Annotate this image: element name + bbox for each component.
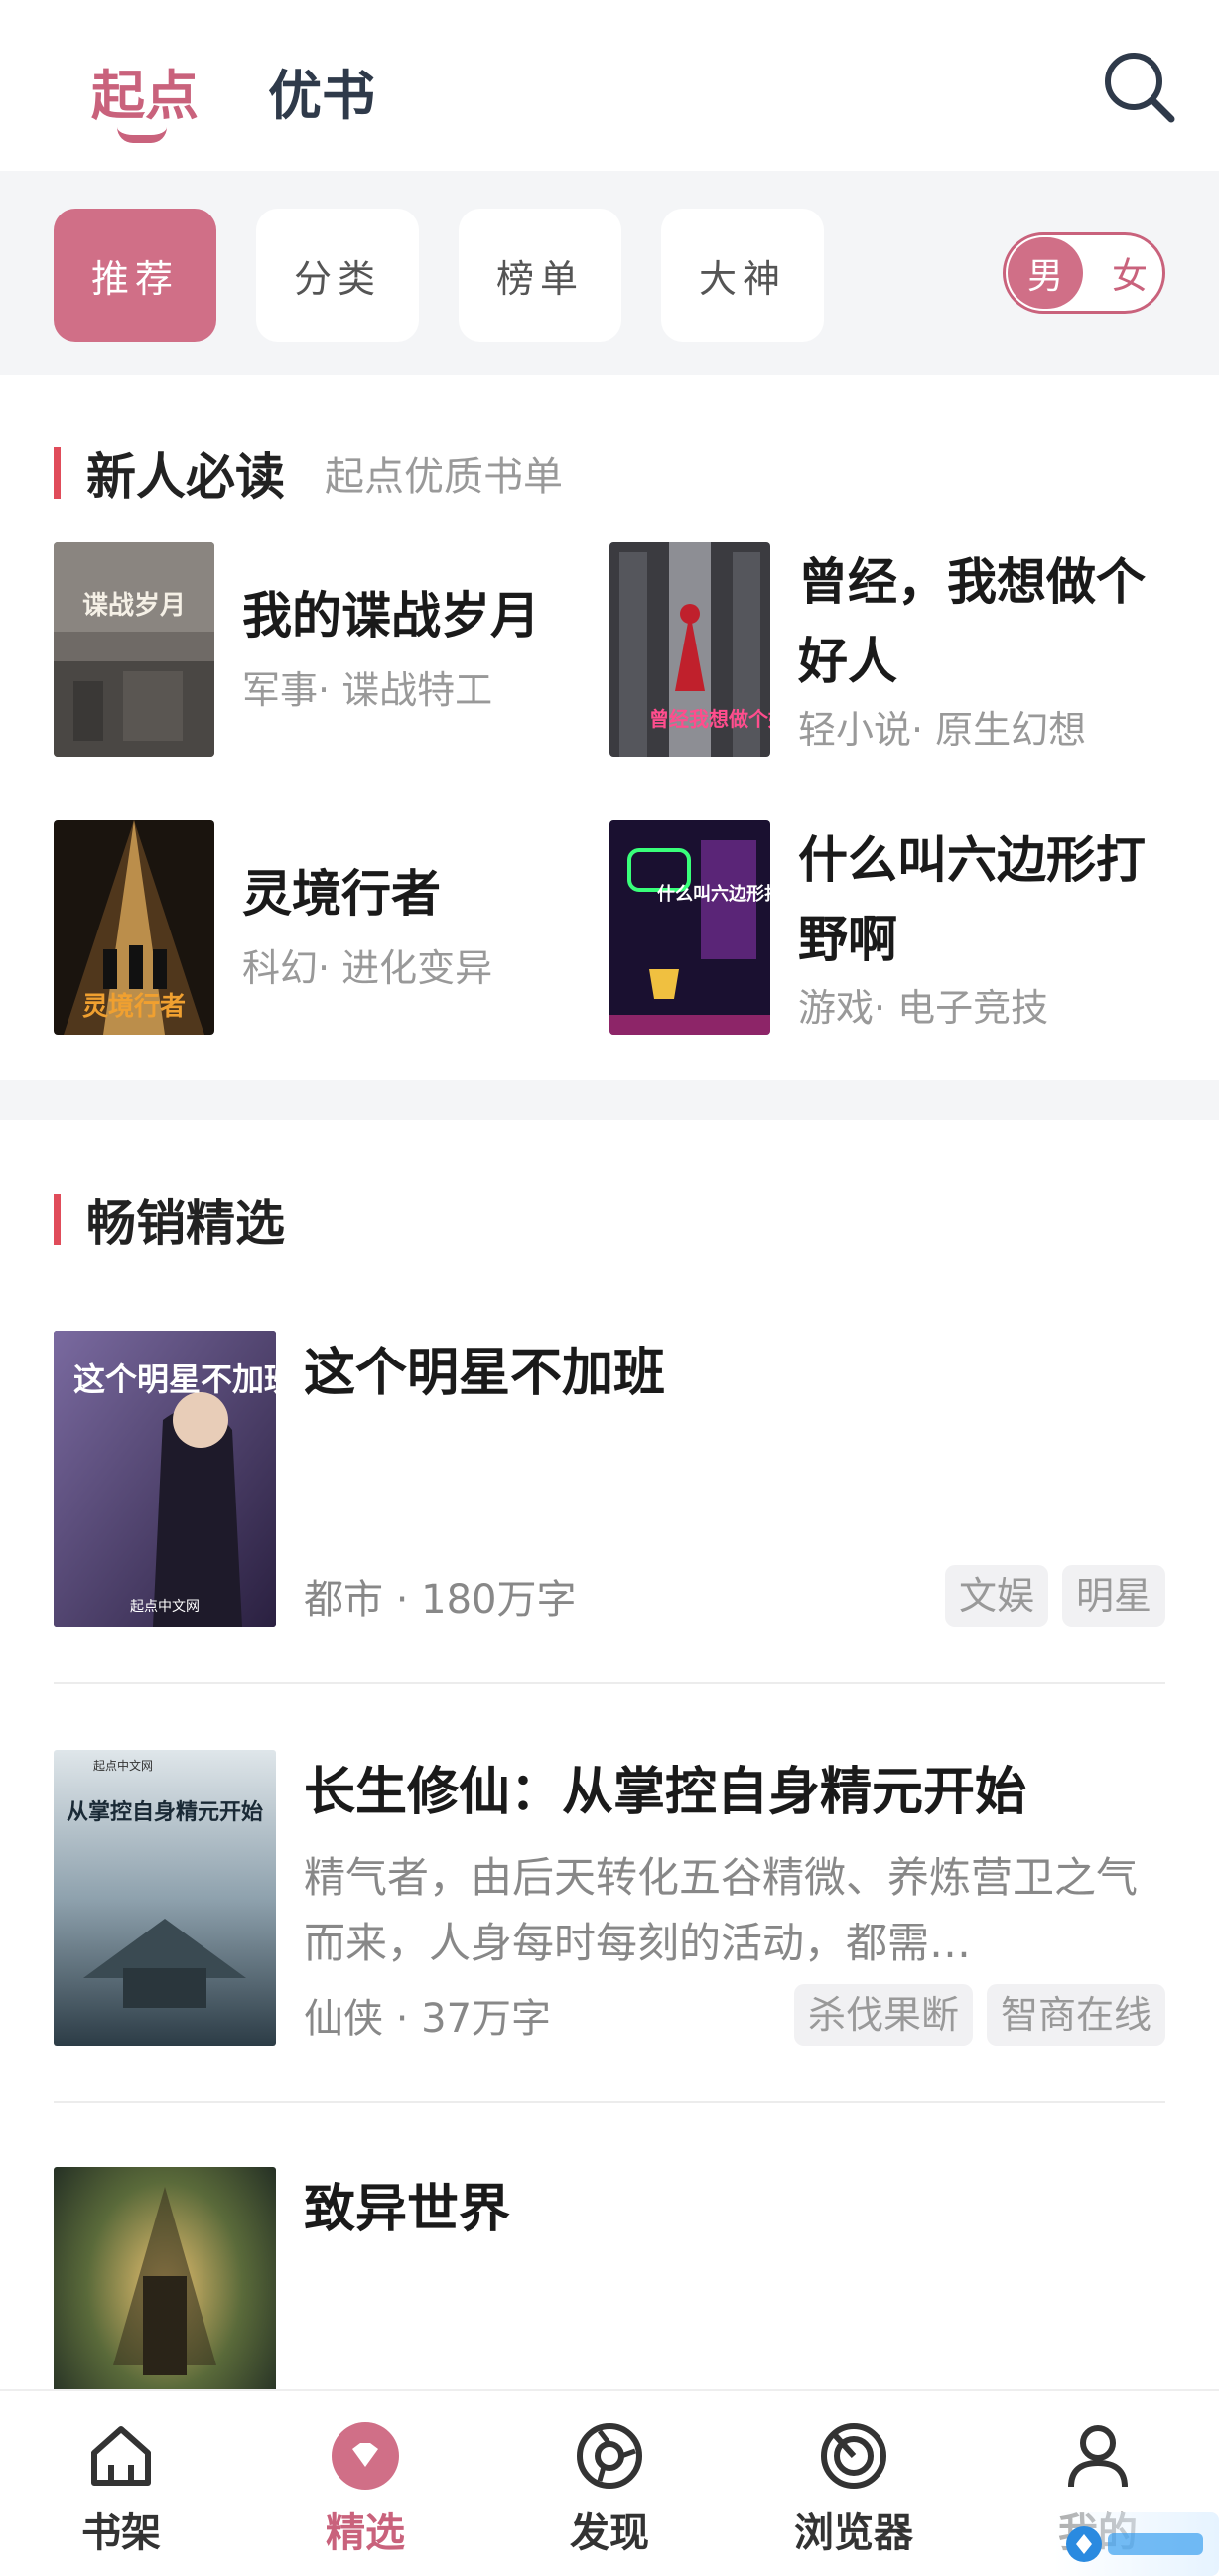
book-meta: 都市 · 180万字 (304, 1577, 577, 1623)
search-button[interactable] (1100, 48, 1177, 125)
grid-book[interactable]: 谍战岁月 我的谍战岁月 军事· 谍战特工 (54, 542, 610, 757)
book-cover: 从掌控自身精元开始 起点中文网 (54, 1750, 276, 2046)
bottom-nav: 书架 精选 发现 浏览器 (0, 2389, 1219, 2576)
book-meta: 轻小说· 原生幻想 (798, 708, 1087, 752)
book-cover: 什么叫六边形打野 (610, 820, 770, 1035)
grid-book[interactable]: 曾经我想做个好人 曾经，我想做个好人 轻小说· 原生幻想 (610, 542, 1165, 757)
cover-title: 谍战岁月 (82, 590, 186, 621)
grid-book[interactable]: 灵境行者 灵境行者 科幻· 进化变异 (54, 820, 610, 1035)
list-book[interactable]: 从掌控自身精元开始 起点中文网 长生修仙：从掌控自身精元开始 精气者，由后天转化… (54, 1750, 1165, 2048)
app-page: 起点 优书 推荐 分类 榜单 大神 男 女 新人必读 起点优质书单 谍战岁月 我… (0, 0, 1219, 2576)
book-meta: 游戏· 电子竞技 (798, 986, 1049, 1030)
cover-title: 曾经我想做个好人 (649, 707, 770, 731)
gender-female[interactable]: 女 (1097, 235, 1162, 311)
book-tag[interactable]: 明星 (1061, 1565, 1165, 1627)
top-bar: 起点 优书 (0, 0, 1219, 171)
section-subtitle: 起点优质书单 (325, 454, 563, 500)
section-marker (54, 1194, 61, 1245)
book-tags: 文娱 明星 (944, 1565, 1165, 1627)
user-icon (1068, 2425, 1128, 2488)
section-divider (0, 1080, 1219, 1120)
book-description: 精气者，由后天转化五谷精微、养炼营卫之气而来，人身每时每刻的活动，都需… (304, 1853, 1139, 1967)
search-icon (1105, 53, 1175, 123)
nav-label: 发现 (570, 2509, 649, 2556)
book-cover: 这个明星不加班 起点中文网 (54, 1331, 276, 1627)
nav-label: 精选 (326, 2509, 405, 2556)
nav-label: 书架 (81, 2509, 161, 2556)
book-tags: 杀伐果断 智商在线 (793, 1984, 1165, 2046)
gender-male[interactable]: 男 (1008, 237, 1083, 309)
section-title: 新人必读 (86, 448, 285, 505)
nav-discover[interactable]: 发现 (530, 2421, 689, 2570)
cover-title: 灵境行者 (82, 991, 186, 1022)
tab-qidian[interactable]: 起点 (91, 52, 199, 130)
book-title: 曾经，我想做个好人 (798, 553, 1146, 690)
list-book[interactable]: 致异世界 (54, 2167, 1165, 2389)
active-tab-indicator (117, 127, 167, 143)
list-divider (54, 2101, 1165, 2103)
cover-title: 什么叫六边形打野 (657, 883, 770, 905)
book-cover: 谍战岁月 (54, 542, 214, 757)
tab-youshu[interactable]: 优书 (268, 52, 375, 130)
cover-brand: 起点中文网 (130, 1599, 200, 1615)
cover-brand: 起点中文网 (93, 1758, 153, 1773)
diamond-icon (332, 2422, 399, 2490)
book-title: 灵境行者 (242, 865, 441, 923)
house-icon (91, 2426, 151, 2486)
filter-bar: 推荐 分类 榜单 大神 男 女 (0, 171, 1219, 375)
nav-browser[interactable]: 浏览器 (774, 2421, 933, 2570)
watermark-logo (1054, 2512, 1219, 2576)
cover-title: 从掌控自身精元开始 (67, 1799, 263, 1825)
book-meta: 仙侠 · 37万字 (304, 1996, 552, 2042)
book-title: 我的谍战岁月 (242, 587, 540, 644)
list-book[interactable]: 这个明星不加班 起点中文网 这个明星不加班 都市 · 180万字 文娱 明星 (54, 1331, 1165, 1629)
filter-recommend[interactable]: 推荐 (54, 209, 216, 342)
section-title: 畅销精选 (86, 1195, 285, 1252)
section-bestseller-header: 畅销精选 (54, 1184, 285, 1255)
book-cover: 曾经我想做个好人 (610, 542, 770, 757)
book-tag[interactable]: 杀伐果断 (793, 1984, 973, 2046)
book-title: 什么叫六边形打野啊 (798, 831, 1146, 968)
browser-icon (821, 2423, 886, 2489)
section-newcomer-header: 新人必读 起点优质书单 (54, 437, 563, 508)
section-marker (54, 447, 61, 499)
book-title: 长生修仙：从掌控自身精元开始 (304, 1763, 1027, 1822)
book-tag[interactable]: 文娱 (944, 1565, 1048, 1627)
gender-toggle[interactable]: 男 女 (1003, 232, 1165, 314)
filter-master[interactable]: 大神 (661, 209, 824, 342)
compass-icon (577, 2423, 642, 2489)
book-tag[interactable]: 智商在线 (986, 1984, 1165, 2046)
book-title: 这个明星不加班 (304, 1344, 666, 1403)
grid-book[interactable]: 什么叫六边形打野 什么叫六边形打野啊 游戏· 电子竞技 (610, 820, 1165, 1035)
nav-featured[interactable]: 精选 (286, 2421, 445, 2570)
book-cover (54, 2167, 276, 2389)
filter-category[interactable]: 分类 (256, 209, 419, 342)
nav-label: 浏览器 (794, 2509, 913, 2556)
filter-ranking[interactable]: 榜单 (459, 209, 621, 342)
book-meta: 军事· 谍战特工 (242, 668, 493, 712)
cover-title: 这个明星不加班 (73, 1360, 276, 1398)
book-cover: 灵境行者 (54, 820, 214, 1035)
book-title: 致异世界 (304, 2180, 511, 2239)
list-divider (54, 1682, 1165, 1684)
book-meta: 科幻· 进化变异 (242, 946, 493, 990)
nav-bookshelf[interactable]: 书架 (42, 2421, 201, 2570)
